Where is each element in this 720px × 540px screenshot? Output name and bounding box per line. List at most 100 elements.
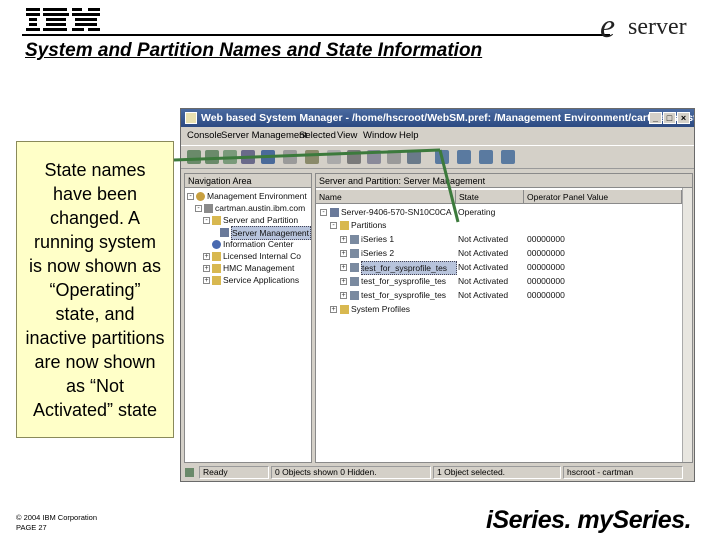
row-name[interactable]: test_for_sysprofile_tes bbox=[361, 289, 455, 301]
status-icon bbox=[185, 468, 194, 477]
back-icon[interactable] bbox=[187, 150, 201, 164]
maximize-icon[interactable]: □ bbox=[663, 112, 676, 124]
paste-icon[interactable] bbox=[367, 150, 381, 164]
navigation-pane-header: Navigation Area bbox=[185, 174, 311, 188]
expand-toggle[interactable]: + bbox=[203, 253, 210, 260]
row-state: Not Activated bbox=[458, 290, 509, 300]
row-state: Not Activated bbox=[458, 248, 509, 258]
slide-title: System and Partition Names and State Inf… bbox=[25, 40, 483, 61]
vertical-scrollbar[interactable] bbox=[682, 188, 692, 462]
folder-icon bbox=[212, 252, 221, 261]
expand-toggle[interactable]: - bbox=[330, 222, 337, 229]
copy-icon[interactable] bbox=[347, 150, 361, 164]
tree-icon[interactable] bbox=[305, 150, 319, 164]
server-icon bbox=[330, 208, 339, 217]
expand-toggle[interactable]: + bbox=[340, 236, 347, 243]
folder-icon bbox=[212, 276, 221, 285]
menu-help[interactable]: Help bbox=[399, 130, 419, 141]
expand-toggle[interactable]: - bbox=[203, 217, 210, 224]
menu-console[interactable]: Console bbox=[187, 130, 222, 141]
tree-item-service-applications[interactable]: Service Applications bbox=[223, 274, 309, 286]
row-state: Not Activated bbox=[458, 276, 509, 286]
column-header-operator-panel[interactable]: Operator Panel Value bbox=[524, 190, 682, 204]
copyright-line-1: © 2004 IBM Corporation bbox=[16, 513, 97, 522]
tree-item-server-and-partition[interactable]: Server and Partition bbox=[223, 214, 309, 226]
content-pane-header: Server and Partition: Server Management bbox=[316, 174, 692, 188]
minimize-icon[interactable]: _ bbox=[649, 112, 662, 124]
partition-icon bbox=[350, 291, 359, 300]
partition-icon bbox=[350, 277, 359, 286]
menu-selected[interactable]: Selected bbox=[299, 130, 336, 141]
status-objects-shown: 0 Objects shown 0 Hidden. bbox=[271, 466, 431, 479]
partition-icon bbox=[350, 249, 359, 258]
view-list-icon[interactable] bbox=[479, 150, 493, 164]
row-name[interactable]: iSeries 2 bbox=[361, 247, 455, 259]
row-name-selected[interactable]: test_for_sysprofile_tes bbox=[361, 261, 457, 275]
row-name[interactable]: iSeries 1 bbox=[361, 233, 455, 245]
row-panel-value: 00000000 bbox=[527, 248, 565, 258]
expand-toggle[interactable]: - bbox=[195, 205, 202, 212]
statusbar: Ready 0 Objects shown 0 Hidden. 1 Object… bbox=[181, 465, 694, 481]
window-titlebar[interactable]: Web based System Manager - /home/hscroot… bbox=[181, 109, 694, 127]
menu-view[interactable]: View bbox=[337, 130, 357, 141]
row-state: Not Activated bbox=[458, 234, 509, 244]
menu-window[interactable]: Window bbox=[363, 130, 397, 141]
content-pane: Server and Partition: Server Management … bbox=[315, 173, 693, 463]
row-panel-value: 00000000 bbox=[527, 276, 565, 286]
folder-icon bbox=[212, 264, 221, 273]
forward-icon[interactable] bbox=[205, 150, 219, 164]
eserver-e-logo: e bbox=[600, 8, 616, 45]
folder-icon bbox=[340, 221, 349, 230]
partition-icon bbox=[350, 235, 359, 244]
toolbar bbox=[181, 145, 694, 169]
navigation-pane: Navigation Area - Management Environment… bbox=[184, 173, 312, 463]
server-icon bbox=[220, 228, 229, 237]
row-panel-value: 00000000 bbox=[527, 290, 565, 300]
websm-window: Web based System Manager - /home/hscroot… bbox=[180, 108, 695, 482]
row-name[interactable]: test_for_sysprofile_tes bbox=[361, 275, 455, 287]
expand-toggle[interactable]: + bbox=[330, 306, 337, 313]
tree-item-management-environment[interactable]: Management Environment bbox=[207, 190, 307, 202]
tree-item-host[interactable]: cartman.austin.ibm.com bbox=[215, 202, 309, 214]
delete-icon[interactable] bbox=[387, 150, 401, 164]
tree-item-licensed-internal-code[interactable]: Licensed Internal Co bbox=[223, 250, 309, 262]
column-header-state[interactable]: State bbox=[456, 190, 524, 204]
title-rule bbox=[22, 34, 610, 36]
status-user: hscroot - cartman bbox=[563, 466, 683, 479]
cut-icon[interactable] bbox=[327, 150, 341, 164]
info-icon bbox=[212, 240, 221, 249]
close-icon[interactable]: × bbox=[677, 112, 690, 124]
expand-toggle[interactable]: + bbox=[340, 278, 347, 285]
row-name[interactable]: Partitions bbox=[351, 219, 455, 231]
tree-item-hmc-management[interactable]: HMC Management bbox=[223, 262, 309, 274]
globe-icon bbox=[196, 192, 205, 201]
expand-toggle[interactable]: - bbox=[187, 193, 194, 200]
view-details-icon[interactable] bbox=[457, 150, 471, 164]
sort-icon[interactable] bbox=[407, 150, 421, 164]
row-panel-value: 00000000 bbox=[527, 262, 565, 272]
expand-toggle[interactable]: + bbox=[340, 264, 347, 271]
column-header-name[interactable]: Name bbox=[316, 190, 456, 204]
refresh-icon[interactable] bbox=[261, 150, 275, 164]
stop-icon[interactable] bbox=[241, 150, 255, 164]
menubar: Console Server Management Selected View … bbox=[181, 128, 694, 144]
expand-toggle[interactable]: + bbox=[203, 277, 210, 284]
row-state: Operating bbox=[458, 207, 496, 217]
expand-toggle[interactable]: - bbox=[320, 209, 327, 216]
view-tree-icon[interactable] bbox=[501, 150, 515, 164]
find-icon[interactable] bbox=[283, 150, 297, 164]
row-name[interactable]: System Profiles bbox=[351, 303, 455, 315]
folder-icon bbox=[340, 305, 349, 314]
menu-server-management[interactable]: Server Management bbox=[221, 130, 307, 141]
row-name[interactable]: Server-9406-570-SN10C0CA bbox=[341, 206, 455, 218]
copyright: © 2004 IBM Corporation PAGE 27 bbox=[16, 513, 97, 533]
host-icon bbox=[204, 204, 213, 213]
app-icon bbox=[185, 112, 197, 124]
tree-item-information-center[interactable]: Information Center bbox=[223, 238, 309, 250]
view-large-icon[interactable] bbox=[435, 150, 449, 164]
expand-toggle[interactable]: + bbox=[203, 265, 210, 272]
up-icon[interactable] bbox=[223, 150, 237, 164]
expand-toggle[interactable]: + bbox=[340, 292, 347, 299]
expand-toggle[interactable]: + bbox=[340, 250, 347, 257]
row-state: Not Activated bbox=[458, 262, 509, 272]
